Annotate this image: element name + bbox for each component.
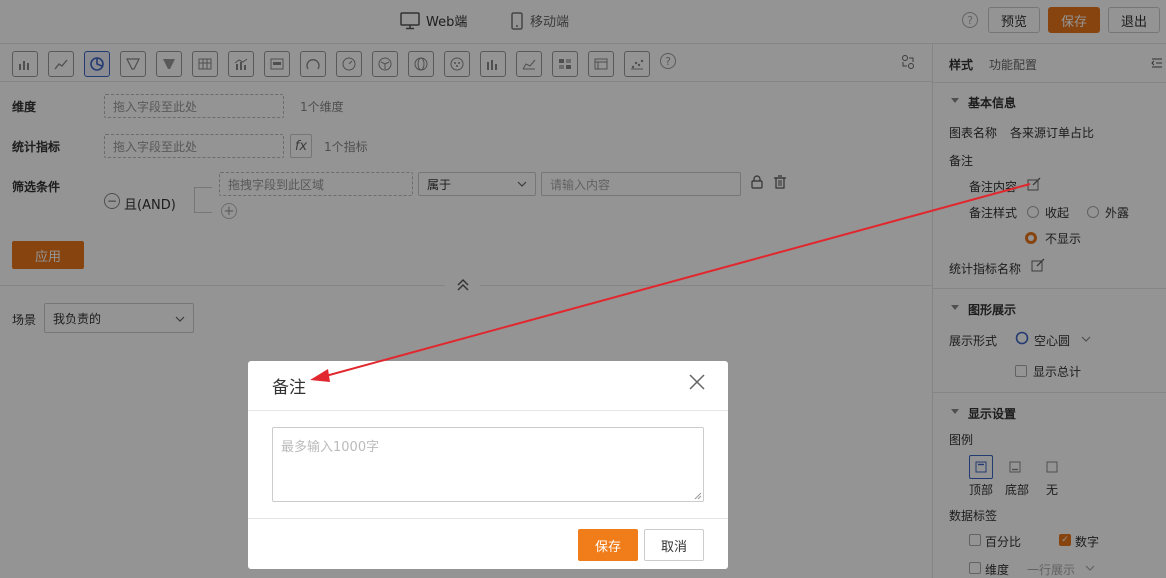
- annotation-arrow: [310, 183, 1031, 382]
